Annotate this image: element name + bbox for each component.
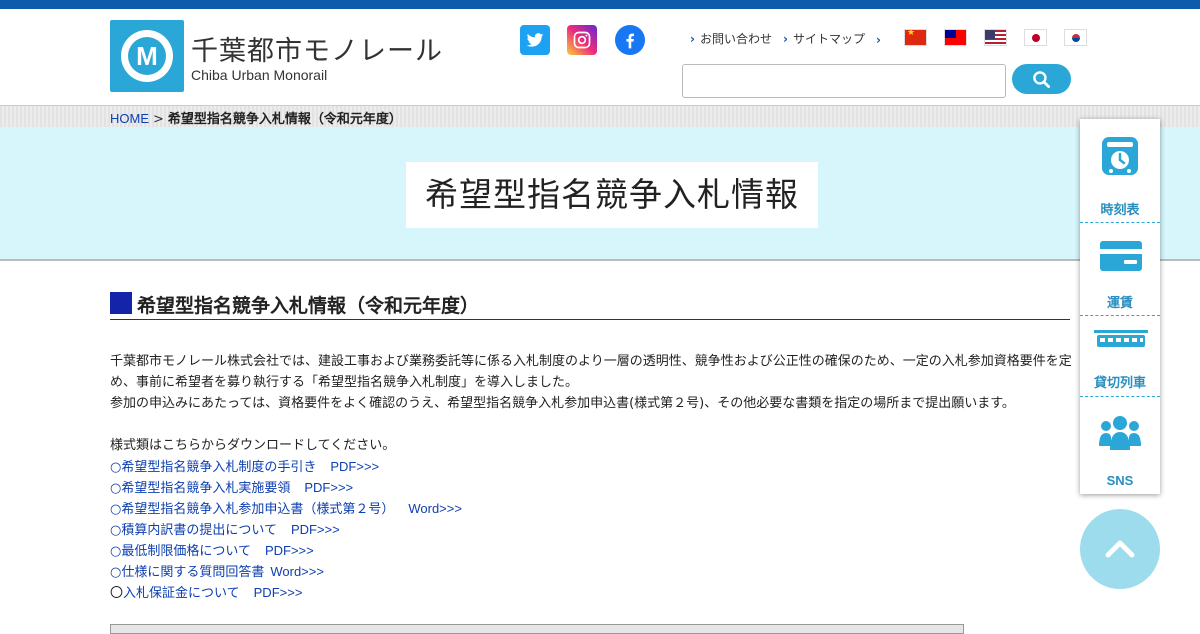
download-label[interactable]: 入札保証金について — [123, 586, 240, 601]
flag-chinese-icon[interactable] — [904, 28, 927, 46]
contact-link[interactable]: › お問い合わせ — [690, 30, 772, 47]
download-file-link[interactable]: PDF>>> — [291, 522, 340, 537]
breadcrumb-home-link[interactable]: HOME — [110, 111, 149, 126]
download-label[interactable]: 希望型指名競争入札実施要領 — [121, 481, 290, 496]
intro-paragraph: 千葉都市モノレール株式会社では、建設工事および業務委託等に係る入札制度のより一層… — [110, 351, 1080, 414]
page-hero: 希望型指名競争入札情報 — [0, 127, 1200, 261]
flag-english-icon[interactable] — [984, 29, 1007, 46]
page-title: 希望型指名競争入札情報 — [406, 162, 818, 228]
timetable-icon — [1102, 137, 1138, 175]
intro-text-1: 千葉都市モノレール株式会社では、建設工事および業務委託等に係る入札制度のより一層… — [110, 354, 1072, 390]
contact-link-label: お問い合わせ — [699, 32, 772, 46]
download-label[interactable]: 希望型指名競争入札制度の手引き — [121, 460, 316, 475]
bullet: ○ — [110, 481, 122, 496]
logo-title-jp[interactable]: 千葉都市モノレール — [191, 29, 443, 68]
charter-train-icon — [1094, 330, 1148, 347]
search-button[interactable] — [1012, 64, 1071, 94]
download-file-link[interactable]: PDF>>> — [330, 459, 379, 474]
facebook-icon[interactable] — [615, 25, 645, 55]
chevron-right-icon: › — [783, 32, 788, 46]
logo-letter: M — [128, 37, 166, 75]
section-heading: 希望型指名競争入札情報（令和元年度） — [110, 291, 1070, 320]
download-file-link[interactable]: PDF>>> — [265, 543, 314, 558]
monorail-logo-icon[interactable]: M — [110, 20, 184, 92]
side-nav-label: 貸切列車 — [1093, 376, 1146, 391]
download-file-link[interactable]: PDF>>> — [254, 585, 303, 600]
list-item[interactable]: ○最低制限価格について PDF>>> — [110, 540, 462, 561]
sitemap-link-label: サイトマップ — [792, 32, 865, 46]
download-label[interactable]: 積算内訳書の提出について — [121, 523, 277, 538]
download-lead: 様式類はこちらからダウンロードしてください。 — [110, 438, 396, 453]
side-nav-label: SNS — [1106, 473, 1134, 488]
list-item[interactable]: 〇入札保証金について PDF>>> — [110, 582, 462, 603]
side-nav-label: 時刻表 — [1100, 203, 1140, 218]
people-icon — [1099, 416, 1141, 450]
breadcrumb-separator: > — [153, 112, 164, 127]
logo-title-en[interactable]: Chiba Urban Monorail — [191, 67, 327, 83]
list-item[interactable]: ○仕様に関する質問回答書 Word>>> — [110, 561, 462, 582]
back-to-top-button[interactable] — [1080, 509, 1160, 589]
bullet: ○ — [110, 523, 122, 538]
chevron-up-icon — [1105, 540, 1135, 558]
more-link[interactable]: › — [876, 33, 886, 47]
top-accent-bar — [0, 0, 1200, 9]
side-nav-label: 運賃 — [1106, 296, 1133, 311]
list-item[interactable]: ○希望型指名競争入札参加申込書（様式第２号） Word>>> — [110, 498, 462, 519]
download-list: ○希望型指名競争入札制度の手引き PDF>>> ○希望型指名競争入札実施要領 PDF… — [110, 456, 462, 603]
bullet: ○ — [110, 565, 122, 580]
flag-taiwan-icon[interactable] — [944, 29, 967, 46]
intro-text-2: 参加の申込みにあたっては、資格要件をよく確認のうえ、希望型指名競争入札参加申込書… — [110, 396, 1015, 411]
chevron-right-icon: › — [876, 33, 881, 47]
instagram-icon[interactable] — [567, 25, 597, 55]
download-label[interactable]: 希望型指名競争入札参加申込書（様式第２号） — [121, 502, 394, 517]
side-nav-sns[interactable]: SNS — [1080, 397, 1160, 494]
section-heading-text: 希望型指名競争入札情報（令和元年度） — [137, 295, 480, 317]
download-label[interactable]: 仕様に関する質問回答書 — [121, 565, 264, 580]
twitter-icon[interactable] — [520, 25, 550, 55]
bullet: ○ — [110, 502, 122, 517]
list-item[interactable]: ○希望型指名競争入札制度の手引き PDF>>> — [110, 456, 462, 477]
breadcrumb-bar: HOME > 希望型指名競争入札情報（令和元年度） — [0, 105, 1200, 127]
bullet: ○ — [110, 460, 122, 475]
search-input[interactable] — [682, 64, 1006, 98]
sitemap-link[interactable]: › サイトマップ — [783, 30, 865, 47]
bullet: ○ — [110, 544, 122, 559]
list-item[interactable]: ○希望型指名競争入札実施要領 PDF>>> — [110, 477, 462, 498]
breadcrumb: HOME > 希望型指名競争入札情報（令和元年度） — [110, 108, 402, 127]
side-quick-nav: 時刻表 運賃 貸切列車 SNS — [1080, 119, 1160, 494]
bid-results-table — [110, 624, 964, 634]
heading-square-icon — [110, 292, 132, 314]
chevron-right-icon: › — [690, 32, 695, 46]
search-icon — [1033, 71, 1051, 89]
bullet: 〇 — [110, 586, 124, 601]
breadcrumb-current: 希望型指名競争入札情報（令和元年度） — [167, 112, 402, 127]
flag-korean-icon[interactable] — [1064, 29, 1087, 46]
fare-card-icon — [1100, 241, 1142, 271]
download-label[interactable]: 最低制限価格について — [121, 544, 251, 559]
flag-japanese-icon[interactable] — [1024, 29, 1047, 46]
side-nav-fare[interactable]: 運賃 — [1080, 223, 1160, 316]
site-header: M 千葉都市モノレール Chiba Urban Monorail › お問い合わせ… — [0, 9, 1200, 105]
download-file-link[interactable]: PDF>>> — [304, 480, 353, 495]
download-file-link[interactable]: Word>>> — [270, 564, 324, 579]
list-item[interactable]: ○積算内訳書の提出について PDF>>> — [110, 519, 462, 540]
download-file-link[interactable]: Word>>> — [408, 501, 462, 516]
side-nav-timetable[interactable]: 時刻表 — [1080, 119, 1160, 223]
side-nav-charter-train[interactable]: 貸切列車 — [1080, 316, 1160, 397]
